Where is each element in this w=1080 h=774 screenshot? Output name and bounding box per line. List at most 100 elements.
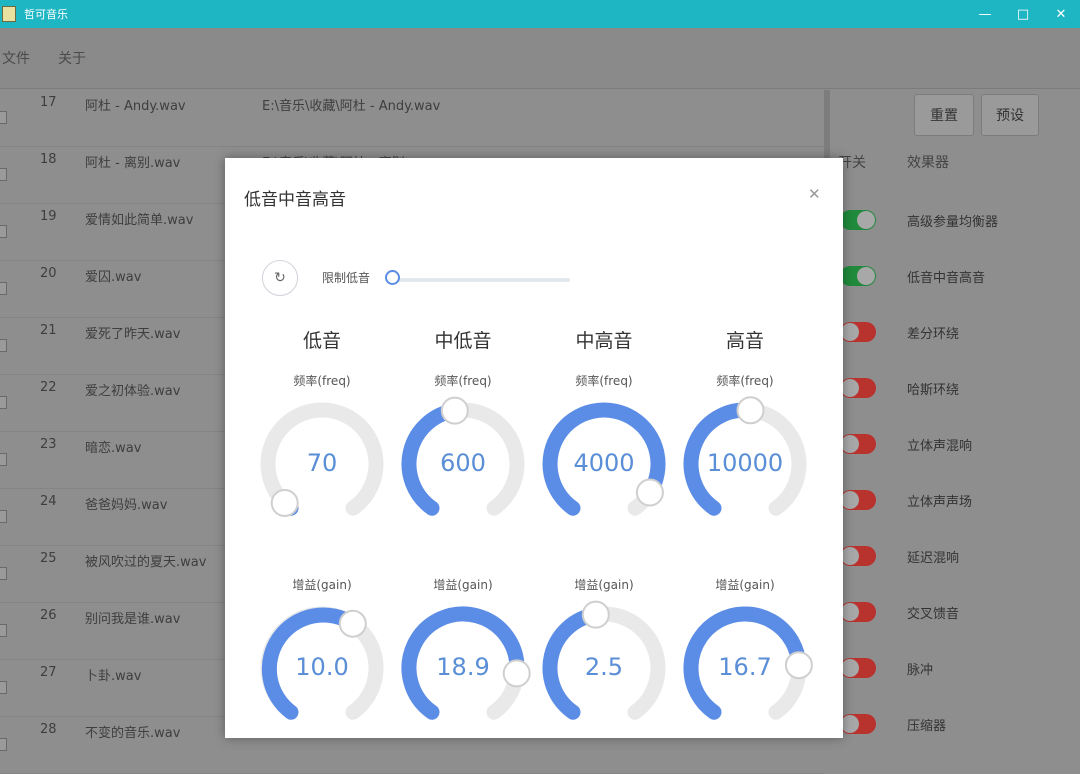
- effects-panel: 重置 预设 开关 效果器 高级参量均衡器 低音中音高音 差分环绕 哈斯环绕 立体声混响立…: [830, 90, 1080, 734]
- effect-name: 哈斯环绕: [907, 383, 960, 398]
- freq-label: 频率(freq): [575, 374, 633, 388]
- row-checkbox[interactable]: [0, 453, 7, 466]
- effect-toggle[interactable]: [840, 322, 876, 342]
- row-checkbox[interactable]: [0, 168, 7, 181]
- row-title: 阿杜 - Andy.wav: [85, 99, 186, 114]
- freq-knob-value: 70: [306, 449, 338, 477]
- row-number: 23: [40, 437, 57, 452]
- row-checkbox[interactable]: [0, 396, 7, 409]
- effect-name: 差分环绕: [907, 327, 960, 342]
- effect-toggle[interactable]: [840, 546, 876, 566]
- row-title: 爱情如此简单.wav: [85, 213, 194, 228]
- effect-toggle[interactable]: [840, 266, 876, 286]
- gain-knob-value: 18.9: [436, 653, 490, 681]
- minimize-button[interactable]: —: [966, 0, 1004, 28]
- freq-knob-value: 10000: [706, 449, 784, 477]
- freq-label: 频率(freq): [716, 374, 774, 388]
- effect-toggle[interactable]: [840, 434, 876, 454]
- toggle-knob: [857, 267, 875, 285]
- table-row[interactable]: 17 阿杜 - Andy.wav E:\音乐\收藏\阿杜 - Andy.wav: [0, 90, 824, 147]
- effect-toggle[interactable]: [840, 602, 876, 622]
- row-title: 爱之初体验.wav: [85, 384, 181, 399]
- band-name: 中高音: [575, 330, 633, 352]
- row-number: 22: [40, 380, 57, 395]
- band-name: 中低音: [434, 330, 492, 352]
- header-effect: 效果器: [907, 155, 949, 171]
- freq-label: 频率(freq): [434, 374, 492, 388]
- effect-toggle[interactable]: [840, 210, 876, 230]
- effect-name: 脉冲: [907, 663, 934, 678]
- title-bar: 哲可音乐 — □ ✕: [0, 0, 1080, 28]
- reset-button[interactable]: 重置: [914, 94, 974, 136]
- toggle-knob: [841, 323, 859, 341]
- effect-toggle[interactable]: [840, 490, 876, 510]
- row-checkbox[interactable]: [0, 624, 7, 637]
- effect-name: 高级参量均衡器: [907, 215, 999, 230]
- effect-row: 低音中音高音: [830, 262, 1080, 292]
- slider-label: 限制低音: [322, 271, 371, 285]
- toggle-knob: [841, 603, 859, 621]
- toggle-knob: [857, 211, 875, 229]
- gain-knob-value: 16.7: [718, 653, 772, 681]
- freq-label: 频率(freq): [293, 374, 351, 388]
- row-title: 暗恋.wav: [85, 441, 142, 456]
- toggle-knob: [841, 491, 859, 509]
- effect-row: 立体声声场: [830, 486, 1080, 516]
- effect-row: 脉冲: [830, 654, 1080, 684]
- effect-toggle[interactable]: [840, 714, 876, 734]
- row-title: 别问我是谁.wav: [85, 612, 181, 627]
- app-icon: [2, 6, 16, 22]
- gain-label: 增益(gain): [292, 578, 352, 592]
- effect-toggle[interactable]: [840, 378, 876, 398]
- row-number: 18: [40, 152, 57, 167]
- row-checkbox[interactable]: [0, 282, 7, 295]
- row-number: 24: [40, 494, 57, 509]
- row-number: 20: [40, 266, 57, 281]
- row-checkbox[interactable]: [0, 567, 7, 580]
- bass-limit-slider[interactable]: [393, 278, 570, 282]
- effect-row: 延迟混响: [830, 542, 1080, 572]
- effect-row: 交叉馈音: [830, 598, 1080, 628]
- effect-row: 立体声混响: [830, 430, 1080, 460]
- band-name: 高音: [725, 330, 764, 352]
- row-checkbox[interactable]: [0, 738, 7, 751]
- menu-about[interactable]: 关于: [58, 48, 86, 68]
- toggle-knob: [841, 379, 859, 397]
- row-checkbox[interactable]: [0, 225, 7, 238]
- row-title: 爱囚.wav: [85, 270, 142, 285]
- refresh-icon[interactable]: ↻: [262, 260, 298, 296]
- effect-row: 差分环绕: [830, 318, 1080, 348]
- effect-toggle[interactable]: [840, 658, 876, 678]
- freq-knob-value: 4000: [573, 449, 635, 477]
- maximize-button[interactable]: □: [1004, 0, 1042, 28]
- window-title: 哲可音乐: [24, 8, 68, 21]
- band-name: 低音: [302, 330, 341, 352]
- preset-button[interactable]: 预设: [981, 94, 1039, 136]
- row-checkbox[interactable]: [0, 510, 7, 523]
- row-number: 26: [40, 608, 57, 623]
- toggle-knob: [841, 715, 859, 733]
- row-number: 28: [40, 722, 57, 737]
- effect-name: 延迟混响: [907, 551, 960, 566]
- toggle-knob: [841, 659, 859, 677]
- row-title: 卜卦.wav: [85, 669, 142, 684]
- effect-name: 低音中音高音: [907, 271, 986, 286]
- row-checkbox[interactable]: [0, 681, 7, 694]
- row-path: E:\音乐\收藏\阿杜 - Andy.wav: [262, 99, 441, 114]
- gain-label: 增益(gain): [433, 578, 493, 592]
- slider-handle[interactable]: [385, 270, 400, 285]
- row-title: 不变的音乐.wav: [85, 726, 181, 741]
- gain-knob-value: 10.0: [295, 653, 349, 681]
- close-icon[interactable]: ✕: [808, 185, 821, 203]
- row-checkbox[interactable]: [0, 339, 7, 352]
- row-title: 爸爸妈妈.wav: [85, 498, 168, 513]
- row-checkbox[interactable]: [0, 111, 7, 124]
- close-window-button[interactable]: ✕: [1042, 0, 1080, 28]
- eq-dialog: 低音中音高音 ✕ ↻ 限制低音 低音频率(freq) 70 增益(gain) 10.0…: [225, 158, 843, 738]
- effect-name: 立体声声场: [907, 495, 973, 510]
- toggle-knob: [841, 547, 859, 565]
- row-title: 阿杜 - 离别.wav: [85, 156, 181, 171]
- menu-file[interactable]: 文件: [2, 48, 30, 68]
- dialog-title: 低音中音高音: [244, 190, 346, 210]
- effect-row: 哈斯环绕: [830, 374, 1080, 404]
